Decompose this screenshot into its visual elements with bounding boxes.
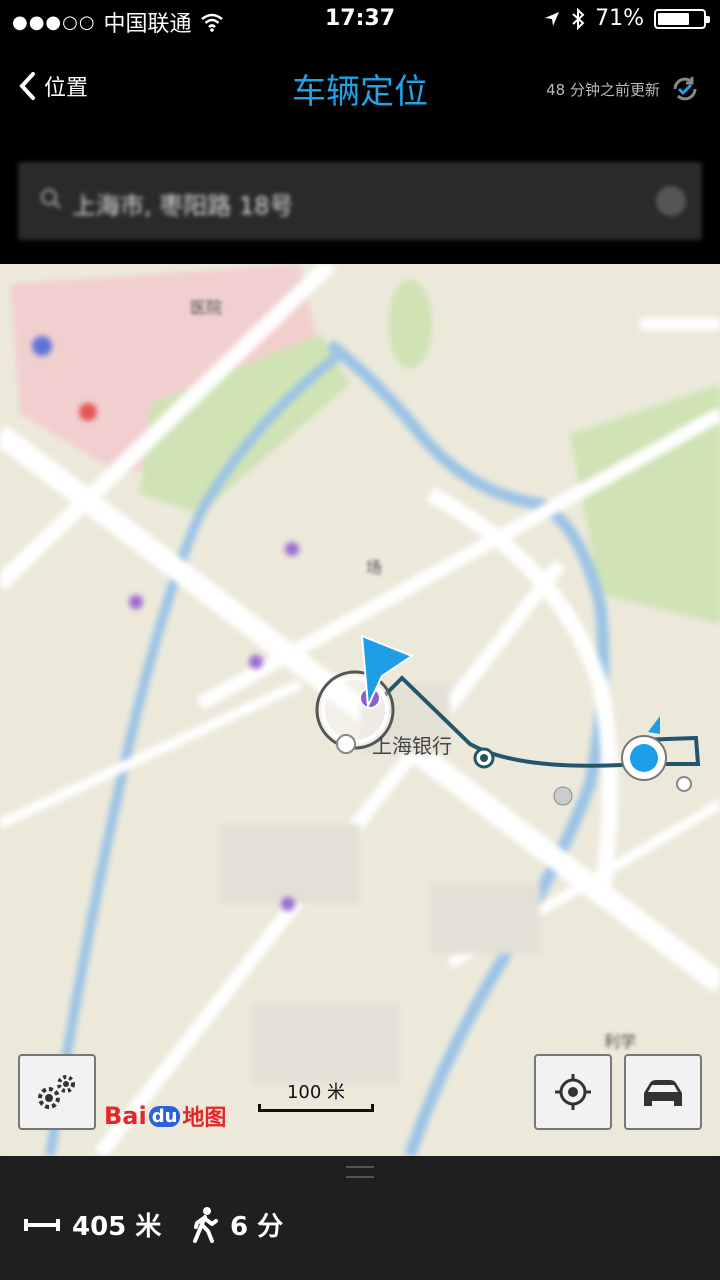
poi-label-shanghai-bank: 上海银行	[372, 734, 452, 758]
walking-icon	[193, 1206, 218, 1243]
map-scale: 100 米	[258, 1078, 374, 1112]
baidu-map-logo: Bai du 地图	[104, 1100, 226, 1132]
scale-bar	[258, 1104, 374, 1112]
chevron-down-icon[interactable]	[656, 186, 686, 216]
logo-text-map: 地图	[182, 1106, 227, 1131]
location-arrow-icon	[545, 11, 560, 26]
battery-fill	[658, 12, 689, 25]
battery-percent: 71%	[595, 6, 644, 31]
address-text: 上海市, 枣阳路 18号	[72, 192, 294, 220]
crosshair-icon	[555, 1074, 591, 1110]
battery-icon	[654, 8, 710, 29]
distance-value: 405 米	[72, 1212, 162, 1242]
walk-time-info: 6 分	[192, 1206, 283, 1243]
drag-handle[interactable]	[346, 1166, 374, 1178]
logo-text-du: du	[148, 1105, 181, 1127]
navigation-bar: 位置 车辆定位 48 分钟之前更新	[0, 40, 720, 144]
logo-text-bai: Bai	[104, 1102, 147, 1130]
scale-label: 100 米	[286, 1082, 346, 1103]
distance-icon	[24, 1218, 60, 1231]
updated-text: 48 分钟之前更新	[546, 80, 660, 99]
status-bar: ●●●○○ 中国联通 17:37 71%	[0, 0, 720, 40]
locate-me-button[interactable]	[534, 1054, 612, 1130]
map-settings-button[interactable]	[18, 1054, 96, 1130]
route-summary-panel: 405 米 6 分	[0, 1156, 720, 1280]
car-location-button[interactable]	[624, 1054, 702, 1130]
refresh-icon[interactable]	[670, 74, 700, 104]
map-view[interactable]: 医院 场 利学 上海银行	[0, 264, 720, 1156]
gear-icon	[38, 1075, 75, 1109]
distance-info: 405 米	[24, 1206, 161, 1243]
bluetooth-icon	[572, 7, 585, 30]
walk-time-value: 6 分	[230, 1212, 284, 1242]
route-overlay	[315, 634, 701, 806]
update-status: 48 分钟之前更新	[546, 74, 700, 104]
search-icon	[41, 189, 61, 209]
address-search-bar[interactable]: 上海市, 枣阳路 18号	[18, 162, 702, 240]
car-icon	[644, 1080, 682, 1106]
